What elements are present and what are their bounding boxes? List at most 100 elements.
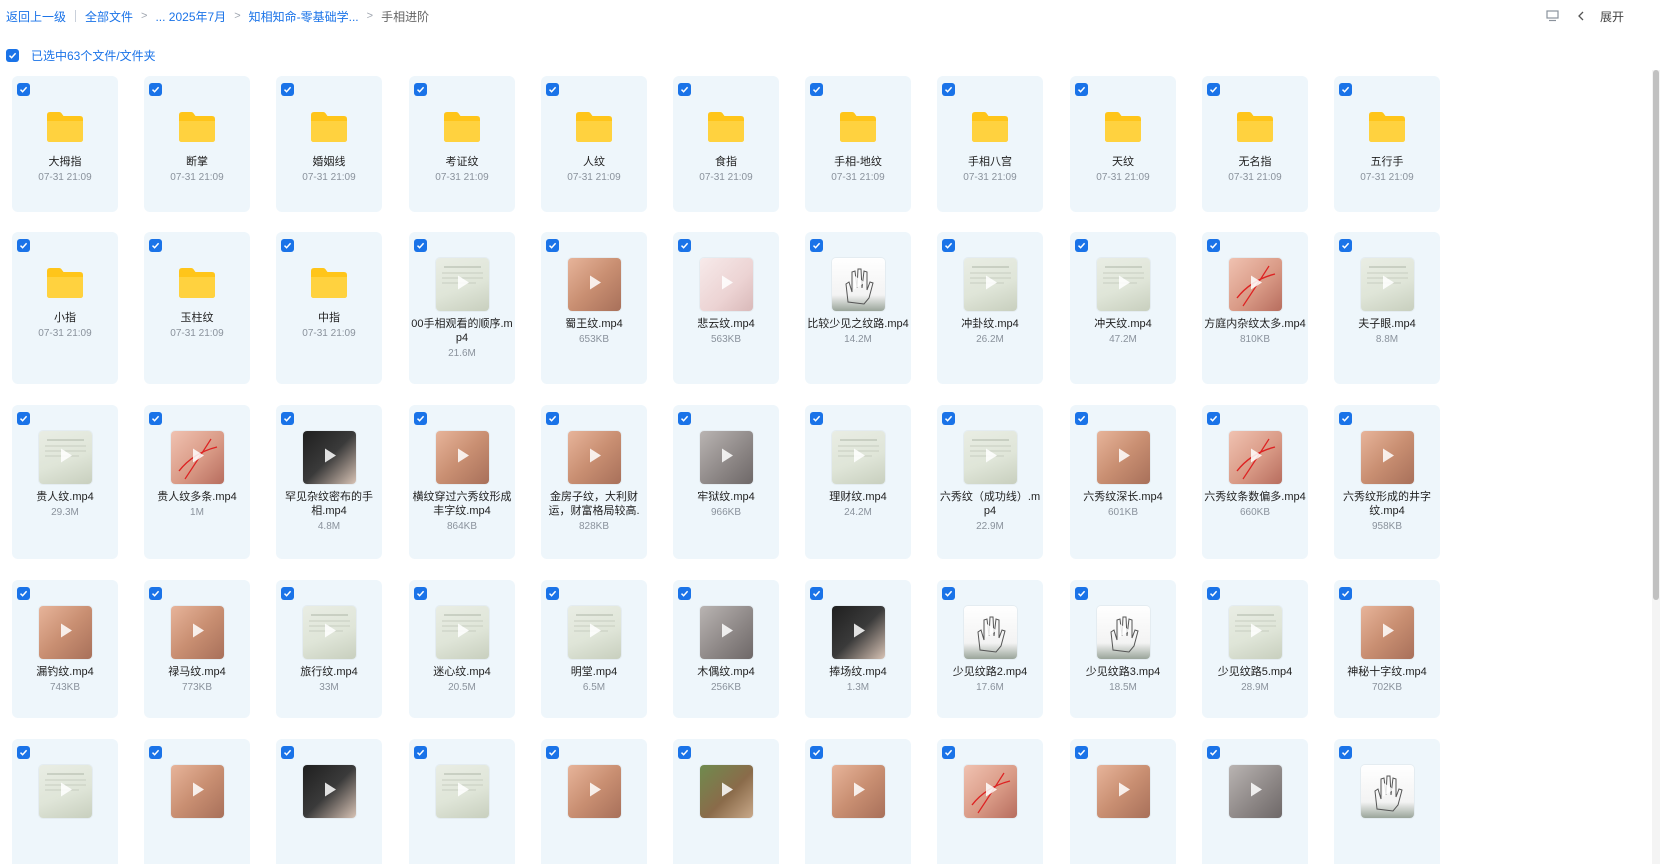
item-checkbox[interactable] (149, 587, 162, 600)
file-card[interactable] (1070, 739, 1176, 864)
item-checkbox[interactable] (678, 83, 691, 96)
item-checkbox[interactable] (810, 239, 823, 252)
item-checkbox[interactable] (810, 746, 823, 759)
item-checkbox[interactable] (942, 239, 955, 252)
expand-button[interactable]: 展开 (1600, 8, 1624, 25)
file-card[interactable]: 夫子眼.mp4 8.8M (1334, 232, 1440, 384)
file-card[interactable]: 金房子纹，大利财运，财富格局较高. 828KB (541, 405, 647, 559)
item-checkbox[interactable] (414, 587, 427, 600)
folder-card[interactable]: 手相-地纹 07-31 21:09 (805, 76, 911, 212)
file-card[interactable] (276, 739, 382, 864)
item-checkbox[interactable] (1339, 746, 1352, 759)
folder-card[interactable]: 婚姻线 07-31 21:09 (276, 76, 382, 212)
file-card[interactable]: 蜀王纹.mp4 653KB (541, 232, 647, 384)
item-checkbox[interactable] (281, 587, 294, 600)
file-card[interactable]: 冲天纹.mp4 47.2M (1070, 232, 1176, 384)
item-checkbox[interactable] (414, 239, 427, 252)
file-card[interactable]: 横纹穿过六秀纹形成丰字纹.mp4 864KB (409, 405, 515, 559)
file-card[interactable] (541, 739, 647, 864)
folder-card[interactable]: 大拇指 07-31 21:09 (12, 76, 118, 212)
file-card[interactable]: 冲卦纹.mp4 26.2M (937, 232, 1043, 384)
folder-card[interactable]: 玉柱纹 07-31 21:09 (144, 232, 250, 384)
file-card[interactable]: 木偶纹.mp4 256KB (673, 580, 779, 718)
item-checkbox[interactable] (149, 746, 162, 759)
item-checkbox[interactable] (678, 587, 691, 600)
file-card[interactable]: 六秀纹深长.mp4 601KB (1070, 405, 1176, 559)
file-card[interactable]: 六秀纹条数偏多.mp4 660KB (1202, 405, 1308, 559)
item-checkbox[interactable] (1207, 412, 1220, 425)
item-checkbox[interactable] (678, 239, 691, 252)
item-checkbox[interactable] (1207, 83, 1220, 96)
file-card[interactable]: 少见纹路3.mp4 18.5M (1070, 580, 1176, 718)
folder-card[interactable]: 食指 07-31 21:09 (673, 76, 779, 212)
item-checkbox[interactable] (1207, 239, 1220, 252)
file-card[interactable]: 漏钓纹.mp4 743KB (12, 580, 118, 718)
item-checkbox[interactable] (1075, 239, 1088, 252)
folder-card[interactable]: 无名指 07-31 21:09 (1202, 76, 1308, 212)
file-card[interactable] (409, 739, 515, 864)
folder-card[interactable]: 考证纹 07-31 21:09 (409, 76, 515, 212)
item-checkbox[interactable] (17, 587, 30, 600)
item-checkbox[interactable] (810, 412, 823, 425)
item-checkbox[interactable] (678, 746, 691, 759)
item-checkbox[interactable] (1339, 587, 1352, 600)
file-card[interactable]: 六秀纹（成功线）.mp4 22.9M (937, 405, 1043, 559)
file-card[interactable]: 比较少见之纹路.mp4 14.2M (805, 232, 911, 384)
folder-card[interactable]: 中指 07-31 21:09 (276, 232, 382, 384)
item-checkbox[interactable] (281, 746, 294, 759)
item-checkbox[interactable] (281, 239, 294, 252)
item-checkbox[interactable] (149, 83, 162, 96)
scrollbar[interactable] (1652, 70, 1660, 864)
item-checkbox[interactable] (810, 587, 823, 600)
file-card[interactable]: 悲云纹.mp4 563KB (673, 232, 779, 384)
item-checkbox[interactable] (414, 83, 427, 96)
item-checkbox[interactable] (1339, 412, 1352, 425)
folder-card[interactable]: 五行手 07-31 21:09 (1334, 76, 1440, 212)
item-checkbox[interactable] (1339, 83, 1352, 96)
file-card[interactable] (805, 739, 911, 864)
item-checkbox[interactable] (281, 412, 294, 425)
back-link[interactable]: 返回上一级 (6, 8, 66, 25)
item-checkbox[interactable] (17, 746, 30, 759)
folder-card[interactable]: 天纹 07-31 21:09 (1070, 76, 1176, 212)
file-card[interactable] (937, 739, 1043, 864)
item-checkbox[interactable] (17, 83, 30, 96)
item-checkbox[interactable] (1075, 412, 1088, 425)
item-checkbox[interactable] (942, 746, 955, 759)
item-checkbox[interactable] (546, 587, 559, 600)
breadcrumb-item-all-files[interactable]: 全部文件 (85, 8, 133, 25)
item-checkbox[interactable] (17, 412, 30, 425)
item-checkbox[interactable] (546, 239, 559, 252)
scrollbar-thumb[interactable] (1653, 70, 1659, 600)
item-checkbox[interactable] (546, 746, 559, 759)
file-card[interactable]: 神秘十字纹.mp4 702KB (1334, 580, 1440, 718)
folder-card[interactable]: 手相八宫 07-31 21:09 (937, 76, 1043, 212)
item-checkbox[interactable] (942, 412, 955, 425)
item-checkbox[interactable] (942, 83, 955, 96)
file-card[interactable]: 禄马纹.mp4 773KB (144, 580, 250, 718)
file-card[interactable]: 牢狱纹.mp4 966KB (673, 405, 779, 559)
file-card[interactable]: 方庭内杂纹太多.mp4 810KB (1202, 232, 1308, 384)
file-card[interactable]: 明堂.mp4 6.5M (541, 580, 647, 718)
file-card[interactable] (673, 739, 779, 864)
item-checkbox[interactable] (414, 746, 427, 759)
item-checkbox[interactable] (678, 412, 691, 425)
file-card[interactable] (12, 739, 118, 864)
item-checkbox[interactable] (1339, 239, 1352, 252)
file-card[interactable]: 00手相观看的顺序.mp4 21.6M (409, 232, 515, 384)
item-checkbox[interactable] (1207, 587, 1220, 600)
chevron-left-icon[interactable] (1572, 7, 1590, 25)
item-checkbox[interactable] (942, 587, 955, 600)
view-mode-icon[interactable] (1544, 7, 1562, 25)
item-checkbox[interactable] (810, 83, 823, 96)
item-checkbox[interactable] (1075, 587, 1088, 600)
file-card[interactable]: 少见纹路2.mp4 17.6M (937, 580, 1043, 718)
item-checkbox[interactable] (1075, 83, 1088, 96)
item-checkbox[interactable] (149, 239, 162, 252)
select-all-checkbox[interactable] (6, 49, 19, 62)
item-checkbox[interactable] (17, 239, 30, 252)
file-card[interactable] (1334, 739, 1440, 864)
item-checkbox[interactable] (546, 83, 559, 96)
file-card[interactable]: 六秀纹形成的井字纹.mp4 958KB (1334, 405, 1440, 559)
file-card[interactable]: 理财纹.mp4 24.2M (805, 405, 911, 559)
